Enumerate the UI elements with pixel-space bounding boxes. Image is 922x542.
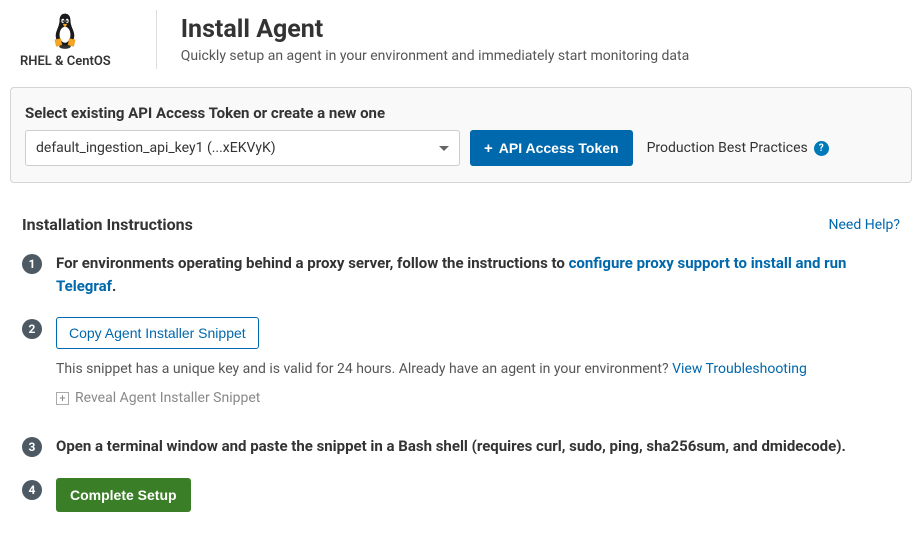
view-troubleshooting-link[interactable]: View Troubleshooting <box>672 361 807 377</box>
add-api-token-button[interactable]: + API Access Token <box>470 130 633 166</box>
reveal-snippet-label: Reveal Agent Installer Snippet <box>75 388 260 409</box>
token-select[interactable]: default_ingestion_api_key1 (...xEKVyK) <box>25 130 460 166</box>
plus-icon: + <box>484 140 493 157</box>
step1-text-prefix: For environments operating behind a prox… <box>56 254 569 272</box>
step-number-2: 2 <box>22 319 42 339</box>
instructions-title: Installation Instructions <box>22 215 193 234</box>
step-number-4: 4 <box>22 480 42 500</box>
complete-setup-button[interactable]: Complete Setup <box>56 478 191 512</box>
token-selected-value: default_ingestion_api_key1 (...xEKVyK) <box>36 140 276 156</box>
best-practices-label: Production Best Practices <box>647 140 808 156</box>
page-subtitle: Quickly setup an agent in your environme… <box>181 48 689 64</box>
step1-text-suffix: . <box>112 277 116 295</box>
token-panel: Select existing API Access Token or crea… <box>10 87 912 183</box>
platform-indicator: RHEL & CentOS <box>20 10 157 69</box>
chevron-down-icon <box>439 146 449 151</box>
copy-snippet-button[interactable]: Copy Agent Installer Snippet <box>56 317 259 349</box>
reveal-snippet-toggle[interactable]: + Reveal Agent Installer Snippet <box>56 388 900 409</box>
best-practices-link[interactable]: Production Best Practices ? <box>643 140 829 156</box>
help-icon: ? <box>814 141 829 156</box>
expand-icon: + <box>56 392 69 405</box>
need-help-link[interactable]: Need Help? <box>829 217 901 233</box>
step-number-1: 1 <box>22 254 42 274</box>
page-title: Install Agent <box>181 15 689 44</box>
step-number-3: 3 <box>22 437 42 457</box>
add-api-token-label: API Access Token <box>499 140 619 156</box>
token-panel-title: Select existing API Access Token or crea… <box>25 104 897 122</box>
snippet-note-text: This snippet has a unique key and is val… <box>56 361 672 377</box>
linux-icon <box>46 10 84 50</box>
platform-label: RHEL & CentOS <box>20 54 111 69</box>
step3-text: Open a terminal window and paste the sni… <box>56 437 846 455</box>
